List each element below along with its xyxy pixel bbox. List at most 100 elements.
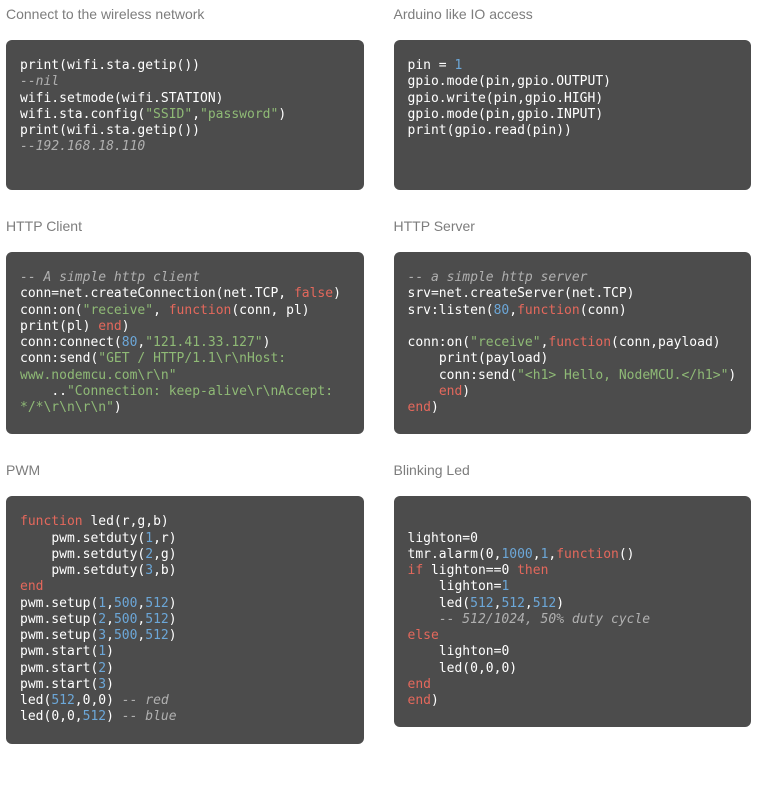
code-number: 1	[98, 644, 106, 659]
code-comment: -- a simple http server	[408, 270, 588, 285]
code-comment: -- 512/1024, 50% duty cycle	[408, 612, 651, 627]
code-number: 500	[114, 596, 137, 611]
code-string: "password"	[200, 107, 278, 122]
code-text: )	[122, 319, 130, 334]
code-number: 512	[83, 709, 106, 724]
code-number: 0	[470, 661, 478, 676]
code-keyword: end	[439, 384, 462, 399]
section-httpclient: HTTP Client -- A simple http client conn…	[6, 218, 364, 434]
code-keyword: function	[548, 335, 611, 350]
code-number: 0	[470, 531, 478, 546]
code-number: 3	[145, 563, 153, 578]
code-keyword: end	[408, 677, 431, 692]
code-text: lighton=	[408, 531, 471, 546]
code-number: 1	[454, 58, 462, 73]
code-text: ,r)	[153, 531, 176, 546]
code-text	[509, 563, 517, 578]
code-line: srv=net.createServer(net.TCP)	[408, 286, 635, 301]
code-number: 80	[494, 303, 510, 318]
code-text: led(r,g,b)	[83, 514, 169, 529]
code-text: pwm.setduty(	[20, 563, 145, 578]
code-keyword: if	[408, 563, 424, 578]
code-line: gpio.write(pin,gpio.HIGH)	[408, 91, 604, 106]
code-text: ,b)	[153, 563, 176, 578]
code-string: "SSID"	[145, 107, 192, 122]
code-number: 512	[145, 628, 168, 643]
code-text: ,	[75, 709, 83, 724]
code-text: pin =	[408, 58, 455, 73]
code-text: ,	[509, 303, 517, 318]
code-text: )	[462, 384, 470, 399]
code-text: (conn)	[580, 303, 627, 318]
code-text: )	[114, 400, 122, 415]
code-text: led(	[408, 661, 471, 676]
code-number: 512	[533, 596, 556, 611]
code-number: 2	[98, 661, 106, 676]
code-text: )	[431, 693, 439, 708]
section-blink: Blinking Led lighton=0 tmr.alarm(0,1000,…	[394, 462, 752, 743]
code-blink: lighton=0 tmr.alarm(0,1000,1,function() …	[394, 496, 752, 727]
code-number: 0	[98, 693, 106, 708]
section-httpserver: HTTP Server -- a simple http server srv=…	[394, 218, 752, 434]
code-line: print(payload)	[408, 351, 549, 366]
title-httpserver: HTTP Server	[394, 218, 752, 234]
title-blink: Blinking Led	[394, 462, 752, 478]
code-text: ()	[619, 547, 635, 562]
code-line: print(wifi.sta.getip())	[20, 123, 200, 138]
code-text: )	[263, 335, 271, 350]
code-number: 512	[470, 596, 493, 611]
code-text: ,	[192, 107, 200, 122]
code-text: conn:send(	[408, 368, 518, 383]
code-line: print(wifi.sta.getip())	[20, 58, 200, 73]
code-comment: -- A simple http client	[20, 270, 200, 285]
code-text: pwm.start(	[20, 661, 98, 676]
code-text: lighton=	[408, 644, 502, 659]
code-text: srv:listen(	[408, 303, 494, 318]
code-text: lighton=	[408, 579, 502, 594]
code-text: )	[278, 107, 286, 122]
code-text: )	[333, 286, 341, 301]
code-number: 0	[486, 661, 494, 676]
code-text: conn:on(	[20, 303, 83, 318]
code-text: led(	[408, 596, 471, 611]
section-arduino: Arduino like IO access pin = 1 gpio.mode…	[394, 6, 752, 190]
code-text: led(	[20, 709, 51, 724]
code-text: ,	[75, 693, 83, 708]
code-text: )	[106, 693, 122, 708]
code-comment: --nil	[20, 74, 59, 89]
code-comment: -- blue	[122, 709, 177, 724]
code-text: (conn,payload)	[611, 335, 721, 350]
code-pwm: function led(r,g,b) pwm.setduty(1,r) pwm…	[6, 496, 364, 743]
code-string: "<h1> Hello, NodeMCU.</h1>"	[517, 368, 728, 383]
code-number: 1	[501, 579, 509, 594]
code-text: )	[728, 368, 736, 383]
code-text: )	[431, 400, 439, 415]
code-line: wifi.setmode(wifi.STATION)	[20, 91, 224, 106]
code-text: )	[556, 596, 564, 611]
code-number: 1000	[501, 547, 532, 562]
title-httpclient: HTTP Client	[6, 218, 364, 234]
code-text: ,	[153, 303, 169, 318]
code-text: )	[106, 677, 114, 692]
title-wifi: Connect to the wireless network	[6, 6, 364, 22]
code-number: 1	[145, 531, 153, 546]
code-text: ,g)	[153, 547, 176, 562]
code-httpserver: -- a simple http server srv=net.createSe…	[394, 252, 752, 434]
code-number: 3	[98, 628, 106, 643]
code-text: pwm.setup(	[20, 628, 98, 643]
code-wifi: print(wifi.sta.getip()) --nil wifi.setmo…	[6, 40, 364, 190]
code-text: conn:connect(	[20, 335, 122, 350]
code-number: 0	[51, 709, 59, 724]
code-text: pwm.start(	[20, 677, 98, 692]
code-text: ,	[106, 628, 114, 643]
code-string: "Connection: keep-alive\r\nAccept: */*\r…	[20, 384, 341, 415]
code-number: 500	[114, 612, 137, 627]
code-text: ,	[525, 596, 533, 611]
code-text: pwm.setup(	[20, 612, 98, 627]
code-keyword: end	[20, 579, 43, 594]
code-text: ,	[59, 709, 67, 724]
examples-grid: Connect to the wireless network print(wi…	[6, 6, 751, 772]
code-number: 512	[145, 596, 168, 611]
code-text: conn=net.createConnection(net.TCP,	[20, 286, 294, 301]
code-string: "121.41.33.127"	[145, 335, 262, 350]
